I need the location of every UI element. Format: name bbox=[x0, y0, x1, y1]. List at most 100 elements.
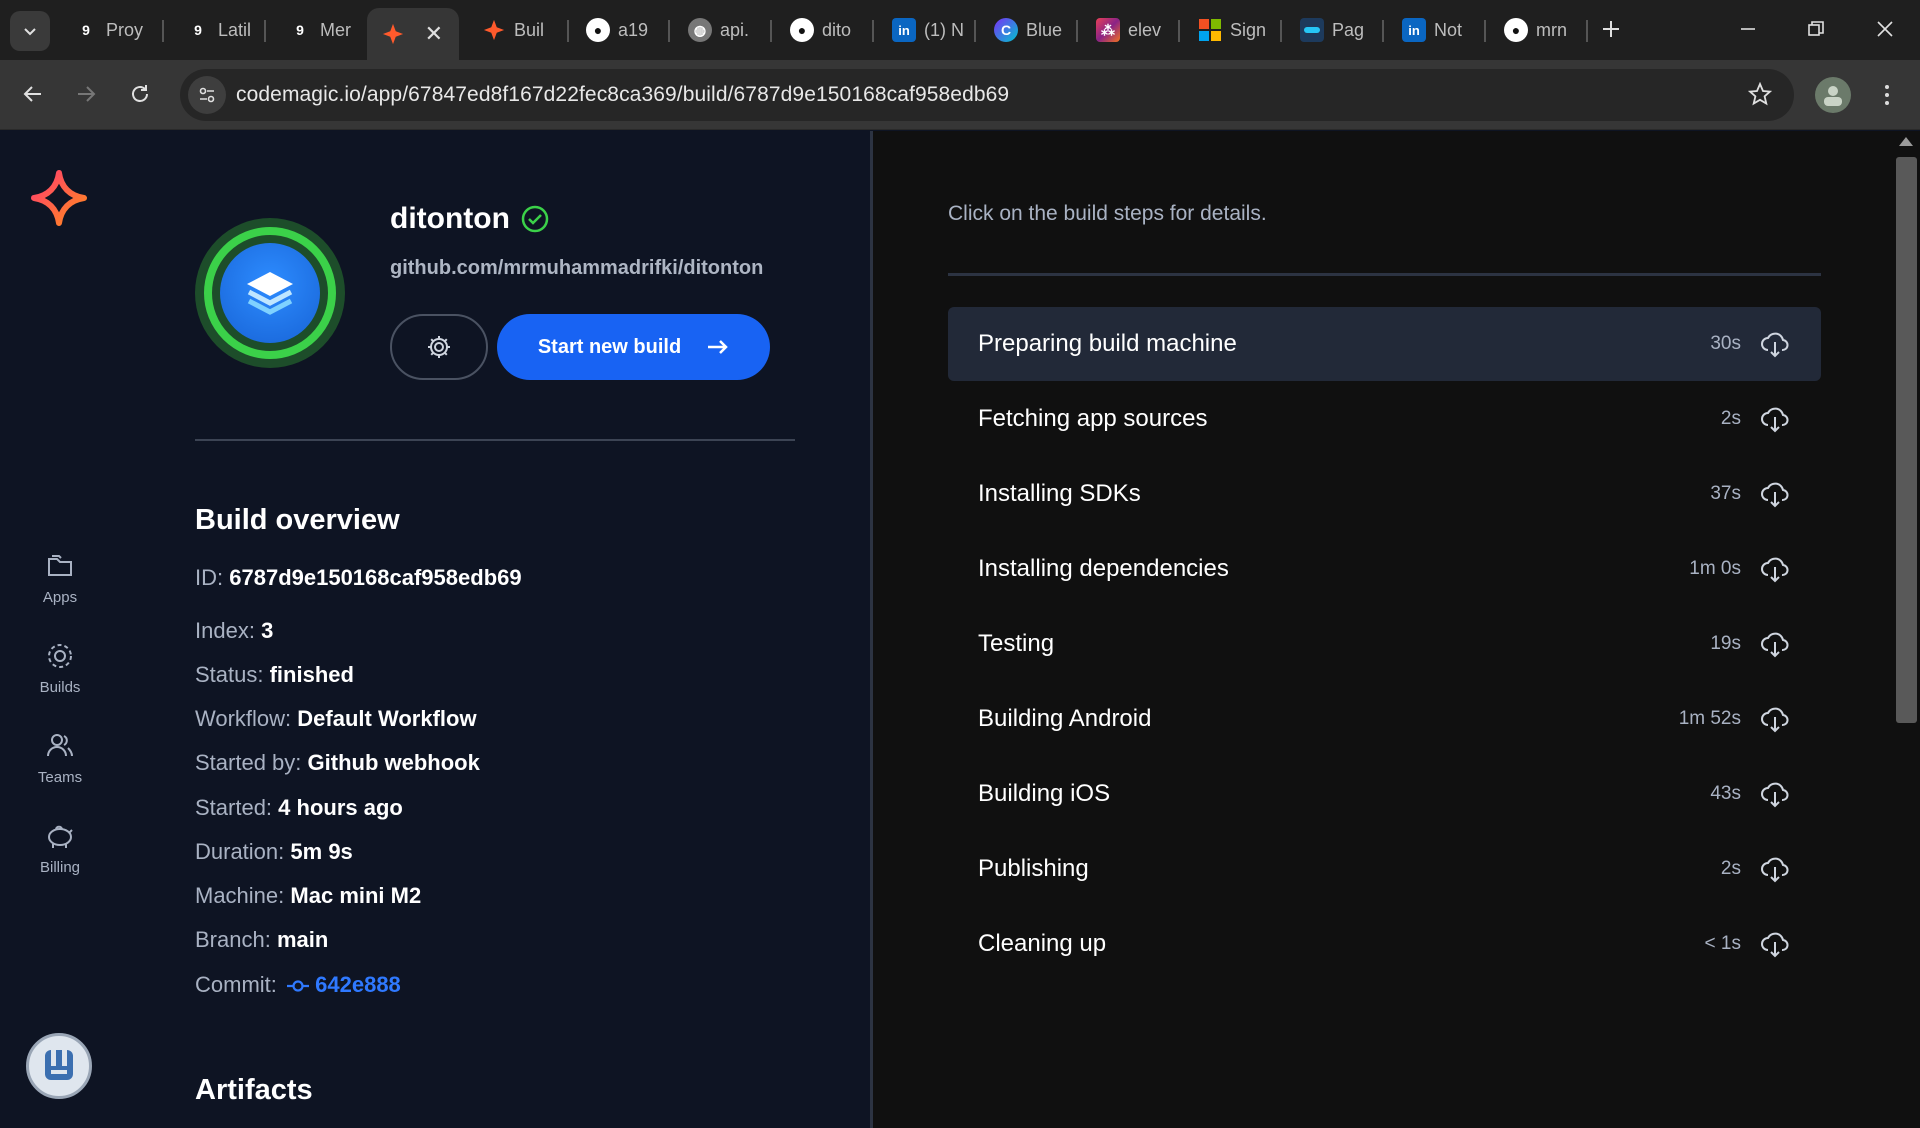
tab-separator bbox=[1382, 20, 1384, 42]
browser-tab[interactable]: ◍ api. bbox=[674, 8, 766, 52]
scrollbar-thumb[interactable] bbox=[1896, 157, 1917, 723]
workflow-row: Workflow: Default Workflow bbox=[195, 706, 477, 732]
workflow-label: Workflow: bbox=[195, 706, 292, 731]
app-settings-button[interactable] bbox=[390, 314, 488, 380]
back-button[interactable] bbox=[15, 76, 51, 112]
user-avatar[interactable] bbox=[26, 1033, 92, 1099]
profile-icon bbox=[1824, 86, 1842, 106]
tab-separator bbox=[567, 20, 569, 42]
sidebar-item-label: Apps bbox=[42, 589, 78, 606]
bookmark-star-icon[interactable] bbox=[1747, 81, 1773, 111]
minimize-button[interactable] bbox=[1733, 14, 1763, 44]
build-step[interactable]: Cleaning up < 1s bbox=[948, 907, 1821, 981]
tab-separator bbox=[1484, 20, 1486, 42]
new-tab-button[interactable] bbox=[1596, 14, 1626, 44]
build-step[interactable]: Installing dependencies 1m 0s bbox=[948, 532, 1821, 606]
browser-tab[interactable]: Buil bbox=[468, 8, 560, 52]
scroll-up-arrow-icon[interactable] bbox=[1899, 137, 1913, 146]
browser-tab[interactable]: C Blue bbox=[980, 8, 1072, 52]
tab-separator bbox=[770, 20, 772, 42]
close-icon[interactable]: ✕ bbox=[425, 21, 443, 47]
globe-icon: ◍ bbox=[688, 18, 712, 42]
commit-row: Commit: 642e888 bbox=[195, 972, 401, 998]
commit-label: Commit: bbox=[195, 972, 277, 997]
build-step[interactable]: Preparing build machine 30s bbox=[948, 307, 1821, 381]
download-log-icon[interactable] bbox=[1759, 478, 1791, 510]
browser-tab[interactable]: Sign bbox=[1184, 8, 1276, 52]
machine-label: Machine: bbox=[195, 883, 285, 908]
tab-title: Blue bbox=[1026, 19, 1063, 40]
download-log-icon[interactable] bbox=[1759, 328, 1791, 360]
download-log-icon[interactable] bbox=[1759, 928, 1791, 960]
download-log-icon[interactable] bbox=[1759, 628, 1791, 660]
download-log-icon[interactable] bbox=[1759, 778, 1791, 810]
tab-search-button[interactable] bbox=[10, 11, 50, 51]
download-log-icon[interactable] bbox=[1759, 403, 1791, 435]
build-index-label: Index: bbox=[195, 618, 255, 643]
forward-button[interactable] bbox=[68, 76, 104, 112]
tab-separator bbox=[1178, 20, 1180, 42]
build-step[interactable]: Installing SDKs 37s bbox=[948, 457, 1821, 531]
build-step[interactable]: Fetching app sources 2s bbox=[948, 382, 1821, 456]
tab-title: Not bbox=[1434, 19, 1463, 40]
build-step-duration: 19s bbox=[1710, 633, 1741, 654]
start-new-build-button[interactable]: Start new build bbox=[497, 314, 770, 380]
browser-tab[interactable]: in (1) N bbox=[878, 8, 970, 52]
build-step[interactable]: Publishing 2s bbox=[948, 832, 1821, 906]
browser-tab[interactable]: ● a19 bbox=[572, 8, 664, 52]
download-log-icon[interactable] bbox=[1759, 553, 1791, 585]
sidebar-item-teams[interactable]: Teams bbox=[0, 729, 120, 786]
sidebar-item-billing[interactable]: Billing bbox=[0, 819, 120, 876]
codemagic-page: Apps Builds Teams Billing ditonton githu… bbox=[0, 131, 1920, 1128]
browser-tab[interactable]: 9 Mer bbox=[274, 8, 366, 52]
browser-menu-button[interactable] bbox=[1872, 77, 1902, 113]
close-window-button[interactable] bbox=[1870, 14, 1900, 44]
tab-title: api. bbox=[720, 19, 750, 40]
download-log-icon[interactable] bbox=[1759, 703, 1791, 735]
build-status-value: finished bbox=[269, 662, 354, 687]
browser-tab[interactable]: 9 Latil bbox=[172, 8, 264, 52]
browser-tab[interactable]: 9 Proy bbox=[60, 8, 152, 52]
browser-tab-active[interactable]: ✕ bbox=[367, 8, 459, 60]
browser-tab[interactable]: in Not bbox=[1388, 8, 1480, 52]
sidebar-item-apps[interactable]: Apps bbox=[0, 549, 120, 606]
build-step-name: Fetching app sources bbox=[978, 405, 1208, 432]
layers-icon bbox=[247, 272, 293, 315]
github-icon: ● bbox=[586, 18, 610, 42]
commit-link[interactable]: 642e888 bbox=[315, 972, 401, 997]
browser-tab[interactable]: ● dito bbox=[776, 8, 868, 52]
machine-row: Machine: Mac mini M2 bbox=[195, 883, 421, 909]
repository-link[interactable]: github.com/mrmuhammadrifki/ditonton bbox=[390, 257, 763, 280]
build-index-value: 3 bbox=[261, 618, 274, 643]
workflow-value: Default Workflow bbox=[297, 706, 477, 731]
browser-tab[interactable]: Pag bbox=[1286, 8, 1378, 52]
address-bar[interactable]: codemagic.io/app/67847ed8f167d22fec8ca36… bbox=[180, 69, 1794, 121]
codemagic-logo[interactable] bbox=[30, 169, 88, 232]
g9-icon: 9 bbox=[296, 22, 304, 38]
duration-row: Duration: 5m 9s bbox=[195, 839, 353, 865]
url-text[interactable]: codemagic.io/app/67847ed8f167d22fec8ca36… bbox=[236, 83, 1009, 107]
sidebar: Apps Builds Teams Billing bbox=[0, 131, 120, 1128]
download-log-icon[interactable] bbox=[1759, 853, 1791, 885]
chevron-down-icon bbox=[24, 28, 36, 36]
duration-value: 5m 9s bbox=[290, 839, 353, 864]
restore-button[interactable] bbox=[1801, 14, 1831, 44]
g9-icon: 9 bbox=[82, 22, 90, 38]
app-name: ditonton bbox=[390, 202, 550, 236]
reload-button[interactable] bbox=[122, 76, 158, 112]
site-info-icon[interactable] bbox=[188, 76, 226, 114]
build-step-name: Installing dependencies bbox=[978, 555, 1229, 582]
profile-avatar[interactable] bbox=[1815, 77, 1851, 113]
page-scrollbar[interactable] bbox=[1893, 131, 1920, 1128]
browser-tab[interactable]: ⁂ elev bbox=[1082, 8, 1174, 52]
browser-tab[interactable]: ● mrn bbox=[1490, 8, 1582, 52]
tab-separator bbox=[872, 20, 874, 42]
build-step-duration: < 1s bbox=[1704, 933, 1741, 954]
build-step[interactable]: Testing 19s bbox=[948, 607, 1821, 681]
sidebar-item-builds[interactable]: Builds bbox=[0, 639, 120, 696]
build-step[interactable]: Building iOS 43s bbox=[948, 757, 1821, 831]
build-step[interactable]: Building Android 1m 52s bbox=[948, 682, 1821, 756]
sidebar-item-label: Billing bbox=[39, 859, 81, 876]
build-step-duration: 1m 52s bbox=[1678, 708, 1741, 729]
tab-separator bbox=[668, 20, 670, 42]
